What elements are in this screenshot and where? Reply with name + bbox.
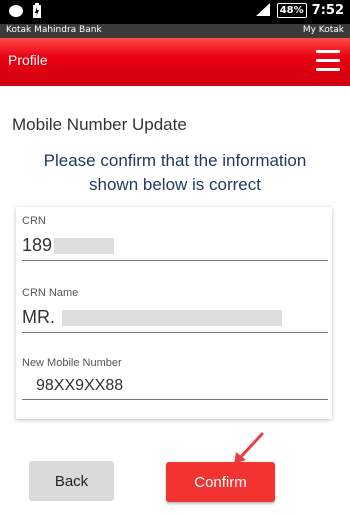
app-brand: My Kotak <box>302 25 344 35</box>
crn-value: 189 <box>22 235 328 261</box>
signal-icon <box>255 3 270 16</box>
header: Profile <box>0 38 350 86</box>
status-bar: 48% 7:52 <box>0 0 350 24</box>
app-title-bar: Kotak Mahindra Bank My Kotak <box>0 24 350 38</box>
crn-name-value: MR. <box>22 307 328 333</box>
crn-name-field: CRN Name MR. <box>22 287 328 333</box>
crn-name-label: CRN Name <box>22 287 79 299</box>
clock: 7:52 <box>311 2 344 18</box>
mobile-number-value: 98XX9XX88 <box>22 377 328 400</box>
mobile-number-field: New Mobile Number 98XX9XX88 <box>22 357 328 400</box>
confirm-button[interactable]: Confirm <box>166 462 275 502</box>
confirm-instruction: Please confirm that the information show… <box>43 151 307 194</box>
menu-icon[interactable] <box>316 50 340 72</box>
battery-level: 48% <box>276 2 307 18</box>
crn-field: CRN 189 <box>22 215 328 261</box>
masked-content <box>62 310 282 327</box>
details-card: CRN 189 CRN Name MR. New Mobile Number 9… <box>16 207 332 419</box>
app-name: Kotak Mahindra Bank <box>6 25 102 35</box>
battery-charging-icon <box>33 3 41 18</box>
arrow-annotation-icon <box>234 432 264 464</box>
back-button[interactable]: Back <box>29 461 114 501</box>
mobile-number-label: New Mobile Number <box>22 357 122 369</box>
section-title: Mobile Number Update <box>12 115 187 134</box>
notification-icon <box>9 5 23 17</box>
crn-label: CRN <box>22 215 46 227</box>
masked-content <box>54 238 115 255</box>
page-title: Profile <box>8 52 48 68</box>
